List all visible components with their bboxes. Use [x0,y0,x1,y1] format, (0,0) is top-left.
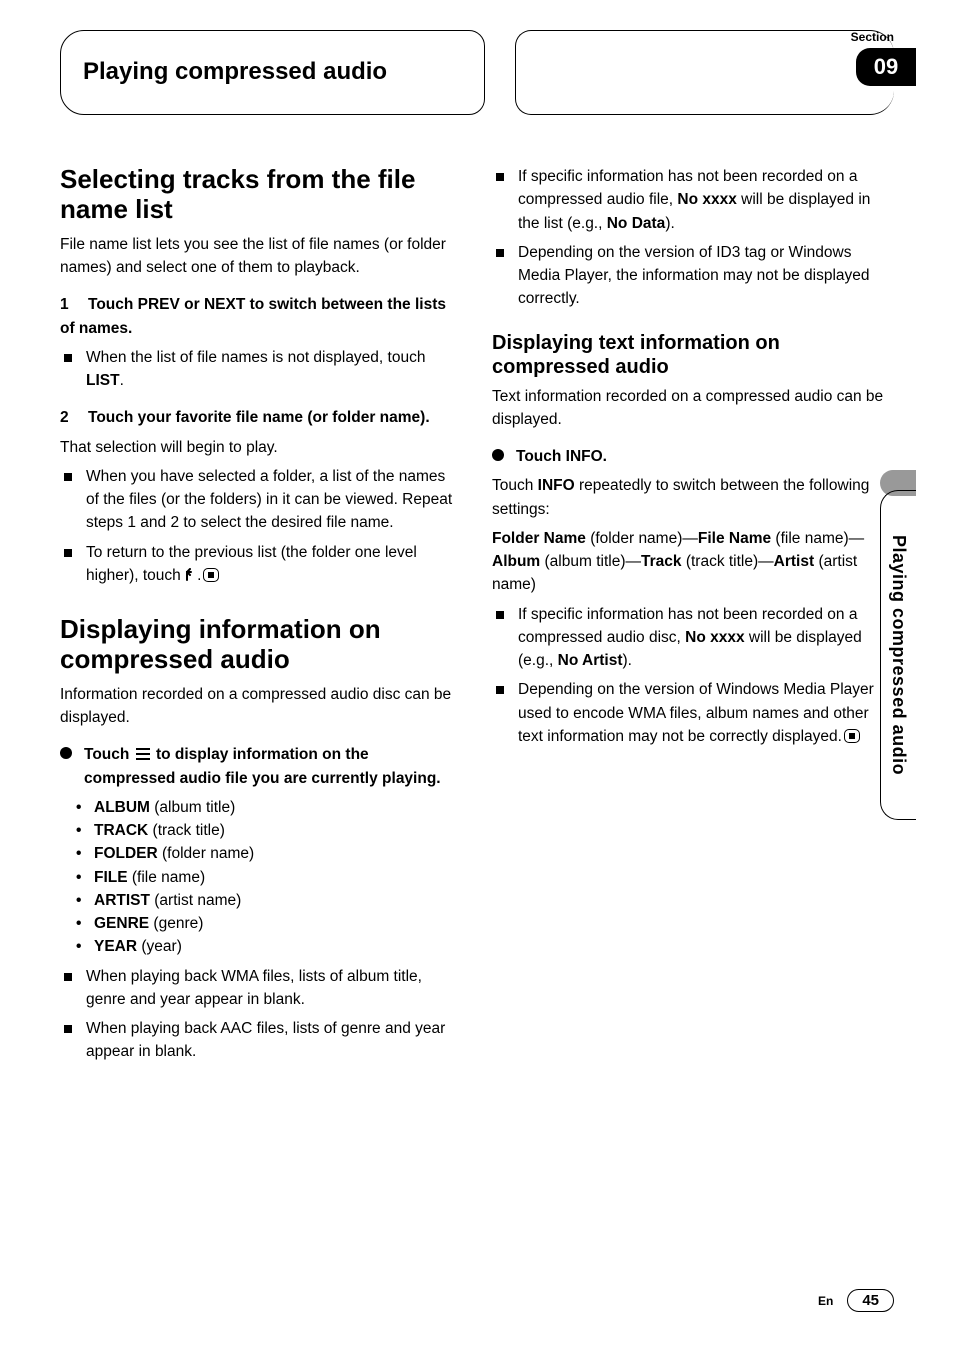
step-2: 2Touch your favorite file name (or folde… [60,406,462,429]
up-icon [185,568,197,582]
step-number: 2 [60,406,88,429]
note-bullet: To return to the previous list (the fold… [60,541,462,588]
footer-page-number: 45 [847,1289,894,1312]
side-tab-label: Playing compressed audio [888,535,909,775]
list-item: FILE (file name) [94,866,462,889]
step-text: Touch PREV or NEXT to switch between the… [60,296,446,336]
heading-selecting-tracks: Selecting tracks from the file name list [60,165,462,225]
intro-paragraph: Information recorded on a compressed aud… [60,683,462,730]
chapter-title: Playing compressed audio [83,58,387,87]
note-bullet: When playing back AAC files, lists of ge… [60,1017,462,1064]
page-footer: En 45 [818,1289,894,1312]
heading-displaying-info: Displaying information on compressed aud… [60,615,462,675]
right-column: If specific information has not been rec… [492,165,894,1070]
paragraph: Touch INFO repeatedly to switch between … [492,474,894,521]
end-mark-icon [203,568,219,582]
intro-paragraph: Text information recorded on a compresse… [492,385,894,432]
list-item: YEAR (year) [94,935,462,958]
step-2-desc: That selection will begin to play. [60,436,462,459]
list-item: GENRE (genre) [94,912,462,935]
list-item: ARTIST (artist name) [94,889,462,912]
list-item: FOLDER (folder name) [94,842,462,865]
note-bullet: Depending on the version of Windows Medi… [492,678,894,748]
action-bullet: Touch INFO. [492,445,894,468]
action-bullet: Touch to display information on the comp… [60,743,462,790]
side-tab: Playing compressed audio [880,490,916,820]
note-bullet: If specific information has not been rec… [492,603,894,673]
header-empty-box [515,30,895,115]
footer-language: En [818,1294,833,1308]
list-item: ALBUM (album title) [94,796,462,819]
note-bullet: When playing back WMA files, lists of al… [60,965,462,1012]
left-column: Selecting tracks from the file name list… [60,165,462,1070]
document-page: Section 09 Playing compressed audio Sele… [0,0,954,1352]
note-bullet: When the list of file names is not displ… [60,346,462,393]
list-item: TRACK (track title) [94,819,462,842]
setting-sequence: Folder Name (folder name)—File Name (fil… [492,527,894,597]
heading-displaying-text-info: Displaying text information on compresse… [492,331,894,379]
note-bullet: Depending on the version of ID3 tag or W… [492,241,894,311]
note-bullet: When you have selected a folder, a list … [60,465,462,535]
info-item-list: ALBUM (album title) TRACK (track title) … [60,796,462,959]
step-1: 1Touch PREV or NEXT to switch between th… [60,293,462,340]
chapter-title-box: Playing compressed audio [60,30,485,115]
end-mark-icon [844,729,860,743]
step-number: 1 [60,293,88,316]
content-columns: Selecting tracks from the file name list… [60,165,894,1070]
step-text: Touch your favorite file name (or folder… [88,409,430,426]
header-row: Playing compressed audio [60,30,894,115]
list-icon [136,748,150,760]
note-bullet: If specific information has not been rec… [492,165,894,235]
intro-paragraph: File name list lets you see the list of … [60,233,462,280]
